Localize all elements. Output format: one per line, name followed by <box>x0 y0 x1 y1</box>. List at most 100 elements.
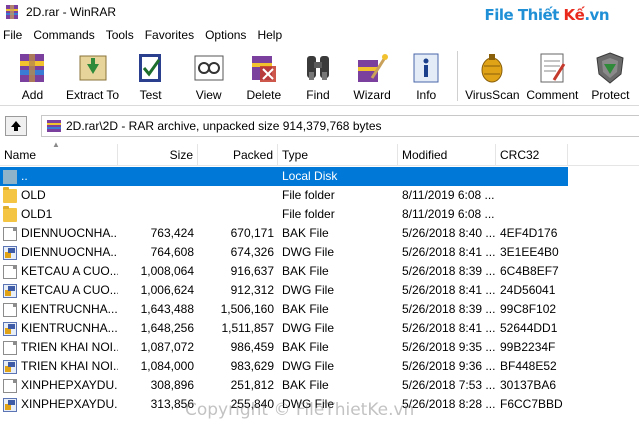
file-row-cells: KETCAU A CUO... 1,006,624 912,312 DWG File 5… <box>0 281 568 300</box>
file-list-header: Name Size Packed Type Modified CRC32 <box>0 144 639 166</box>
toolbar: Add Extract To Test View Delete Find Wiz… <box>0 46 639 106</box>
file-name-cell: KIENTRUCNHA... <box>0 300 118 319</box>
file-row-cells: .. Local Disk <box>0 167 568 186</box>
file-name: TRIEN KHAI NOI... <box>21 340 118 354</box>
file-name-cell: OLD1 <box>0 205 118 224</box>
file-list: .. Local Disk OLD File folder 8/11/2019 6:08… <box>0 167 639 414</box>
file-name-cell: OLD <box>0 186 118 205</box>
file-row[interactable]: OLD File folder 8/11/2019 6:08 ... <box>0 186 639 205</box>
file-icon <box>3 302 17 317</box>
file-row-cells: KETCAU A CUO... 1,008,064 916,637 BAK File 5… <box>0 262 568 281</box>
view-icon <box>191 50 227 86</box>
file-name: OLD1 <box>21 207 53 221</box>
file-icon <box>3 340 17 355</box>
delete-button[interactable]: Delete <box>236 46 291 105</box>
parent-folder-icon <box>3 169 17 184</box>
file-row[interactable]: DIENNUOCNHA... 763,424 670,171 BAK File 5/26… <box>0 224 639 243</box>
file-type: DWG File <box>282 321 334 335</box>
file-row[interactable]: XINPHEPXAYDU... 308,896 251,812 BAK File 5/2… <box>0 376 639 395</box>
menu-tools[interactable]: Tools <box>103 26 142 44</box>
file-packed: 674,326 <box>230 245 274 259</box>
add-label: Add <box>21 88 44 102</box>
file-row-cells: OLD File folder 8/11/2019 6:08 ... <box>0 186 568 205</box>
test-button[interactable]: Test <box>120 46 181 105</box>
folder-icon <box>3 205 17 222</box>
file-crc32: 30137BA6 <box>500 378 557 392</box>
file-type: DWG File <box>282 245 334 259</box>
file-modified: 8/11/2019 6:08 ... <box>402 207 495 221</box>
info-button[interactable]: Info <box>400 46 453 105</box>
file-icon <box>3 378 17 393</box>
file-row[interactable]: KETCAU A CUO... 1,006,624 912,312 DWG File 5… <box>0 281 639 300</box>
column-size[interactable]: Size <box>118 144 198 165</box>
add-button[interactable]: Add <box>0 46 65 105</box>
menu-favorites[interactable]: Favorites <box>142 26 202 44</box>
file-crc32: 52644DD1 <box>500 321 558 335</box>
file-type: BAK File <box>282 378 329 392</box>
column-crc32[interactable]: CRC32 <box>496 144 568 165</box>
file-row[interactable]: DIENNUOCNHA... 764,608 674,326 DWG File 5/26… <box>0 243 639 262</box>
file-size: 1,006,624 <box>140 283 194 297</box>
file-name: DIENNUOCNHA... <box>21 226 118 240</box>
file-row[interactable]: KIENTRUCNHA... 1,648,256 1,511,857 DWG File… <box>0 319 639 338</box>
file-crc32: 99B2234F <box>500 340 556 354</box>
file-modified: 5/26/2018 8:41 ... <box>402 283 496 297</box>
menu-file[interactable]: File <box>0 26 30 44</box>
wizard-icon <box>354 50 390 86</box>
file-row[interactable]: KIENTRUCNHA... 1,643,488 1,506,160 BAK File… <box>0 300 639 319</box>
protect-icon <box>592 50 628 86</box>
folder-icon <box>3 186 17 203</box>
file-crc32: 24D56041 <box>500 283 556 297</box>
protect-button[interactable]: Protect <box>582 46 639 105</box>
file-crc32: 99C8F102 <box>500 302 557 316</box>
dwg-file-icon <box>3 283 17 298</box>
file-packed: 916,637 <box>230 264 274 278</box>
menu-options[interactable]: Options <box>202 26 254 44</box>
file-row-cells: DIENNUOCNHA... 763,424 670,171 BAK File 5/26… <box>0 224 568 243</box>
column-packed[interactable]: Packed <box>198 144 278 165</box>
menu-commands[interactable]: Commands <box>30 26 102 44</box>
file-name: DIENNUOCNHA... <box>21 245 118 259</box>
virusscan-button[interactable]: VirusScan <box>462 46 523 105</box>
file-row-cells: KIENTRUCNHA... 1,643,488 1,506,160 BAK File… <box>0 300 568 319</box>
file-row[interactable]: OLD1 File folder 8/11/2019 6:08 ... <box>0 205 639 224</box>
delete-label: Delete <box>246 88 282 102</box>
column-type[interactable]: Type <box>278 144 398 165</box>
winrar-app-icon <box>4 4 20 20</box>
file-name: XINPHEPXAYDU... <box>21 378 118 392</box>
comment-label: Comment <box>526 88 579 102</box>
comment-button[interactable]: Comment <box>523 46 582 105</box>
file-row[interactable]: TRIEN KHAI NOI... 1,087,072 986,459 BAK Fil… <box>0 338 639 357</box>
brand-text-2: Kế <box>563 6 585 24</box>
menu-help[interactable]: Help <box>254 26 290 44</box>
file-icon <box>3 226 17 241</box>
file-size: 308,896 <box>150 378 194 392</box>
view-label: View <box>195 88 222 102</box>
find-icon <box>300 50 336 86</box>
file-modified: 5/26/2018 8:39 ... <box>402 264 496 278</box>
archive-path-field[interactable]: 2D.rar\2D - RAR archive, unpacked size 9… <box>41 115 639 137</box>
up-one-level-button[interactable] <box>5 116 27 136</box>
file-name-cell: TRIEN KHAI NOI... <box>0 357 118 376</box>
file-name-cell: DIENNUOCNHA... <box>0 243 118 262</box>
file-row[interactable]: KETCAU A CUO... 1,008,064 916,637 BAK File 5… <box>0 262 639 281</box>
file-row[interactable]: TRIEN KHAI NOI... 1,084,000 983,629 DWG Fil… <box>0 357 639 376</box>
brand-text-3: .vn <box>584 6 609 24</box>
file-packed: 251,812 <box>230 378 274 392</box>
file-type: File folder <box>282 188 335 202</box>
column-modified[interactable]: Modified <box>398 144 496 165</box>
column-name[interactable]: Name <box>0 144 118 165</box>
comment-icon <box>534 50 570 86</box>
file-name-cell: XINPHEPXAYDU... <box>0 395 118 414</box>
extract-to-button[interactable]: Extract To <box>65 46 120 105</box>
view-button[interactable]: View <box>181 46 236 105</box>
find-button[interactable]: Find <box>291 46 344 105</box>
file-size: 1,648,256 <box>140 321 194 335</box>
file-name: .. <box>21 169 28 183</box>
file-modified: 5/26/2018 8:41 ... <box>402 321 496 335</box>
file-size: 763,424 <box>150 226 194 240</box>
wizard-button[interactable]: Wizard <box>345 46 400 105</box>
file-name: KIENTRUCNHA... <box>21 321 118 335</box>
file-row[interactable]: .. Local Disk <box>0 167 639 186</box>
extract-to-label: Extract To <box>65 88 120 102</box>
